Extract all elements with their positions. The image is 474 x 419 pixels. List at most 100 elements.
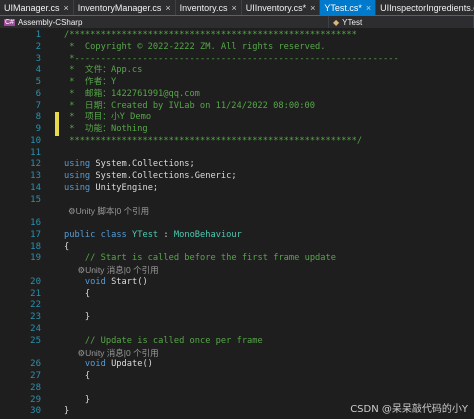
code-token: MonoBehaviour xyxy=(173,229,242,240)
tab-inventorymanager-cs[interactable]: InventoryManager.cs × xyxy=(74,0,176,15)
code-token: { xyxy=(64,241,70,252)
code-token: * 作者：Y xyxy=(64,77,117,88)
code-text: * 项目：小Y Demo xyxy=(64,112,151,124)
tab-ytest-cs-[interactable]: YTest.cs* × xyxy=(320,0,377,15)
close-icon[interactable]: × xyxy=(310,3,315,13)
line-number: 22 xyxy=(30,300,41,311)
line-number: 2 xyxy=(35,41,41,52)
code-token: public xyxy=(64,229,96,240)
line-number: 14 xyxy=(30,182,41,193)
code-token: ****************************************… xyxy=(64,135,363,146)
code-line: 17 public class YTest : MonoBehaviour xyxy=(0,230,474,242)
change-marker xyxy=(55,124,59,136)
code-line: 11 xyxy=(0,148,474,160)
code-line: 16 xyxy=(0,218,474,230)
code-token: * 邮箱：1422761991@qq.com xyxy=(64,88,200,99)
line-number: 15 xyxy=(30,194,41,205)
codelens-reference-info[interactable]: ⚙Unity 消息|0 个引用 xyxy=(68,348,158,360)
code-line: 1 /**************************************… xyxy=(0,30,474,42)
line-number: 24 xyxy=(30,324,41,334)
code-token: UnityEngine; xyxy=(90,182,159,193)
code-text: using UnityEngine; xyxy=(64,183,158,195)
codelens-reference-info[interactable]: ⚙Unity 脚本|0 个引用 xyxy=(68,206,149,218)
code-line: 7 * 日期：Created by IVLab on 11/24/2022 08… xyxy=(0,101,474,113)
watermark: CSDN @呆呆敲代码的小Y xyxy=(350,404,468,415)
code-line: 12 using System.Collections; xyxy=(0,159,474,171)
line-number: 17 xyxy=(30,229,41,240)
close-icon[interactable]: × xyxy=(165,3,170,13)
project-name: Assembly-CSharp xyxy=(17,17,83,27)
line-number: 16 xyxy=(30,218,41,229)
code-text: ****************************************… xyxy=(64,136,362,148)
code-line: 13 using System.Collections.Generic; xyxy=(0,171,474,183)
code-token: YTest xyxy=(132,229,159,240)
line-number: 23 xyxy=(30,312,41,323)
code-editor[interactable]: 1 /**************************************… xyxy=(0,28,474,419)
code-line: 9 * 功能：Nothing xyxy=(0,124,474,136)
codelens-reference-info[interactable]: ⚙Unity 消息|0 个引用 xyxy=(68,265,158,277)
code-token: { xyxy=(64,371,91,382)
tab-label: YTest.cs* xyxy=(324,2,362,13)
code-line: 18 { xyxy=(0,242,474,254)
code-line: 25 // Update is called once per frame xyxy=(0,336,474,348)
close-icon[interactable]: × xyxy=(366,3,371,13)
code-text: } xyxy=(64,312,90,324)
line-number: 18 xyxy=(30,241,41,252)
code-token: class xyxy=(100,229,127,240)
class-dropdown[interactable]: ◆ YTest xyxy=(329,16,474,28)
code-text: } xyxy=(64,406,69,418)
code-token: * 项目：小Y Demo xyxy=(64,112,152,123)
code-line: 6 * 邮箱：1422761991@qq.com xyxy=(0,89,474,101)
change-marker xyxy=(55,112,59,125)
code-token: void xyxy=(84,359,106,370)
code-text: // Update is called once per frame xyxy=(64,336,263,348)
code-text: } xyxy=(64,395,90,407)
line-number: 6 xyxy=(35,88,41,99)
code-token: } xyxy=(64,394,91,405)
code-token: using xyxy=(64,159,91,170)
code-text: void Start() xyxy=(64,277,148,289)
code-line: 15 xyxy=(0,195,474,207)
line-number: 21 xyxy=(30,288,41,299)
tab-uiinspectoringredients-cs[interactable]: UIInspectorIngredients.cs× xyxy=(376,0,474,15)
code-text: * 文件：App.cs xyxy=(64,65,142,77)
code-text: /***************************************… xyxy=(64,30,357,42)
codelens-row: ⚙Unity 消息|0 个引用 xyxy=(0,265,474,277)
code-token: * Copyright © 2022-2222 ZM. All rights r… xyxy=(64,41,326,52)
code-line: 10 *************************************… xyxy=(0,136,474,148)
line-number: 27 xyxy=(30,371,41,382)
code-line: 14 using UnityEngine; xyxy=(0,183,474,195)
code-token: void xyxy=(84,276,106,287)
close-icon[interactable]: × xyxy=(64,3,69,13)
code-line: 5 * 作者：Y xyxy=(0,77,474,89)
code-text: * 作者：Y xyxy=(64,77,116,89)
tab-uimanager-cs[interactable]: UIManager.cs × xyxy=(0,0,74,15)
code-token: System.Collections.Generic; xyxy=(90,171,237,182)
navigation-bar: C# Assembly-CSharp ◆ YTest xyxy=(0,15,474,28)
line-number: 13 xyxy=(30,171,41,182)
class-icon: ◆ xyxy=(333,17,340,27)
code-text: * 邮箱：1422761991@qq.com xyxy=(64,89,200,101)
line-number: 28 xyxy=(30,382,41,393)
line-number: 4 xyxy=(35,65,41,76)
tab-uiinventory-cs-[interactable]: UIInventory.cs* × xyxy=(242,0,321,15)
tab-inventory-cs[interactable]: Inventory.cs × xyxy=(176,0,242,15)
code-token: *---------------------------------------… xyxy=(64,53,399,64)
line-number: 8 xyxy=(35,112,41,123)
code-text: void Update() xyxy=(64,359,153,371)
code-line: 2 * Copyright © 2022-2222 ZM. All rights… xyxy=(0,42,474,54)
code-text: // Start is called before the first fram… xyxy=(64,253,336,265)
code-line: 20 void Start() xyxy=(0,277,474,289)
tab-label: UIInventory.cs* xyxy=(245,2,307,13)
line-number: 26 xyxy=(30,359,41,370)
codelens-row: ⚙Unity 脚本|0 个引用 xyxy=(0,206,474,218)
code-text: * 日期：Created by IVLab on 11/24/2022 08:0… xyxy=(64,101,315,113)
line-number: 29 xyxy=(30,394,41,405)
code-token: /***************************************… xyxy=(64,30,357,40)
project-dropdown[interactable]: C# Assembly-CSharp xyxy=(0,16,329,28)
close-icon[interactable]: × xyxy=(231,3,236,13)
code-token: // Start is called before the first fram… xyxy=(64,253,336,264)
code-line: 28 xyxy=(0,383,474,395)
tab-label: UIInspectorIngredients.cs xyxy=(380,2,474,13)
line-number: 1 xyxy=(35,30,41,40)
